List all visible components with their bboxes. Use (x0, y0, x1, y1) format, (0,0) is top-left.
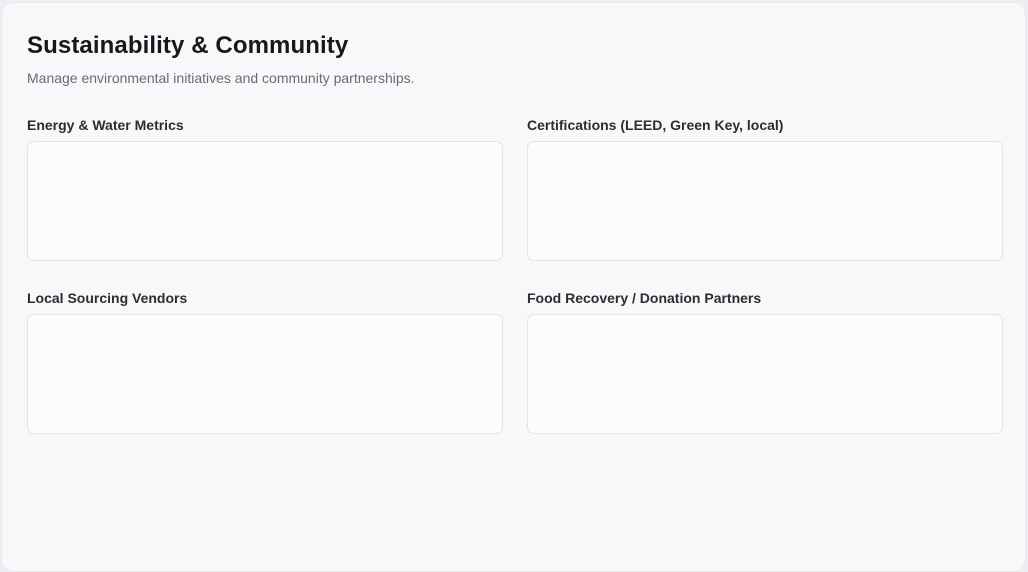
sustainability-card: Sustainability & Community Manage enviro… (1, 2, 1026, 572)
energy-water-metrics-label: Energy & Water Metrics (27, 117, 184, 133)
section-title: Sustainability & Community (27, 32, 349, 59)
certifications-field[interactable] (527, 141, 1003, 261)
section-subtitle: Manage environmental initiatives and com… (27, 70, 415, 86)
local-sourcing-vendors-field[interactable] (27, 314, 503, 434)
food-recovery-partners-label: Food Recovery / Donation Partners (527, 290, 762, 306)
local-sourcing-vendors-label: Local Sourcing Vendors (27, 290, 188, 306)
energy-water-metrics-field[interactable] (27, 141, 503, 261)
food-recovery-partners-field[interactable] (527, 314, 1003, 434)
certifications-label: Certifications (LEED, Green Key, local) (527, 117, 784, 133)
